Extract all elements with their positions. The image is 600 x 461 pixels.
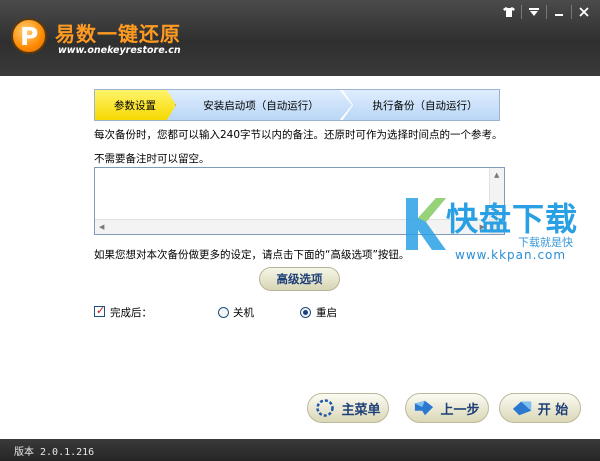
logo-letter: P [20,22,39,51]
status-bar: 版本 2.0.1.216 [0,439,600,461]
menu-icon[interactable] [524,4,544,20]
shutdown-label: 关机 [233,307,254,319]
main-menu-label: 主菜单 [341,402,381,418]
window-controls [499,4,594,20]
title-bar: P 易数一键还原 www.onekeyrestore.cn [0,0,600,76]
watermark: 快盘下载 下载就是快 www.kkpan.com [400,194,600,269]
start-button[interactable]: 开 始 [499,393,581,423]
step-settings: 参数设置 [94,89,176,121]
step-backup: 执行备份（自动运行） [342,89,500,121]
note-hint: 不需要备注时可以留空。 [94,153,210,165]
step-label: 参数设置 [114,99,156,112]
check-icon: ✓ [96,304,106,317]
app-url: www.onekeyrestore.cn [58,45,181,56]
main-menu-button[interactable]: 主菜单 [307,393,389,423]
advanced-options-button[interactable]: 高级选项 [259,267,340,291]
watermark-url: www.kkpan.com [455,248,567,262]
version-text: 版本 2.0.1.216 [14,447,95,458]
advanced-hint: 如果您想对本次备份做更多的设定，请点击下面的“高级选项”按钮。 [94,249,410,261]
restart-radio[interactable] [300,307,311,318]
after-complete-checkbox[interactable]: ✓ [94,304,106,317]
scroll-up-icon[interactable]: ▲ [494,171,499,179]
restart-label: 重启 [316,307,337,319]
app-title: 易数一键还原 [55,22,181,46]
info-text: 每次备份时，您都可以输入240字节以内的备注。还原时可作为选择时间点的一个参考。 [94,129,503,141]
back-button[interactable]: 上一步 [405,393,489,423]
minimize-icon[interactable] [549,4,569,20]
wizard-steps: 安装启动项（自动运行） 执行备份（自动运行） 参数设置 [94,89,500,121]
separator [571,5,572,19]
step-install: 安装启动项（自动运行） [164,89,352,121]
separator [546,5,547,19]
close-icon[interactable] [574,4,594,20]
scroll-left-icon[interactable]: ◀ [99,223,104,231]
shirt-icon[interactable] [499,4,519,20]
back-arrow-icon [414,399,434,417]
radio-selected-dot [303,310,308,315]
separator [521,5,522,19]
step-label: 执行备份（自动运行） [372,99,478,112]
start-arrow-icon [512,399,532,417]
watermark-logo [406,198,446,250]
step-label: 安装启动项（自动运行） [203,99,319,112]
shutdown-radio[interactable] [218,307,229,318]
start-label: 开 始 [537,402,569,418]
after-label: 完成后： [110,307,152,319]
back-label: 上一步 [440,402,480,418]
menu-circle-icon [315,399,335,417]
app-logo: P [11,18,47,54]
